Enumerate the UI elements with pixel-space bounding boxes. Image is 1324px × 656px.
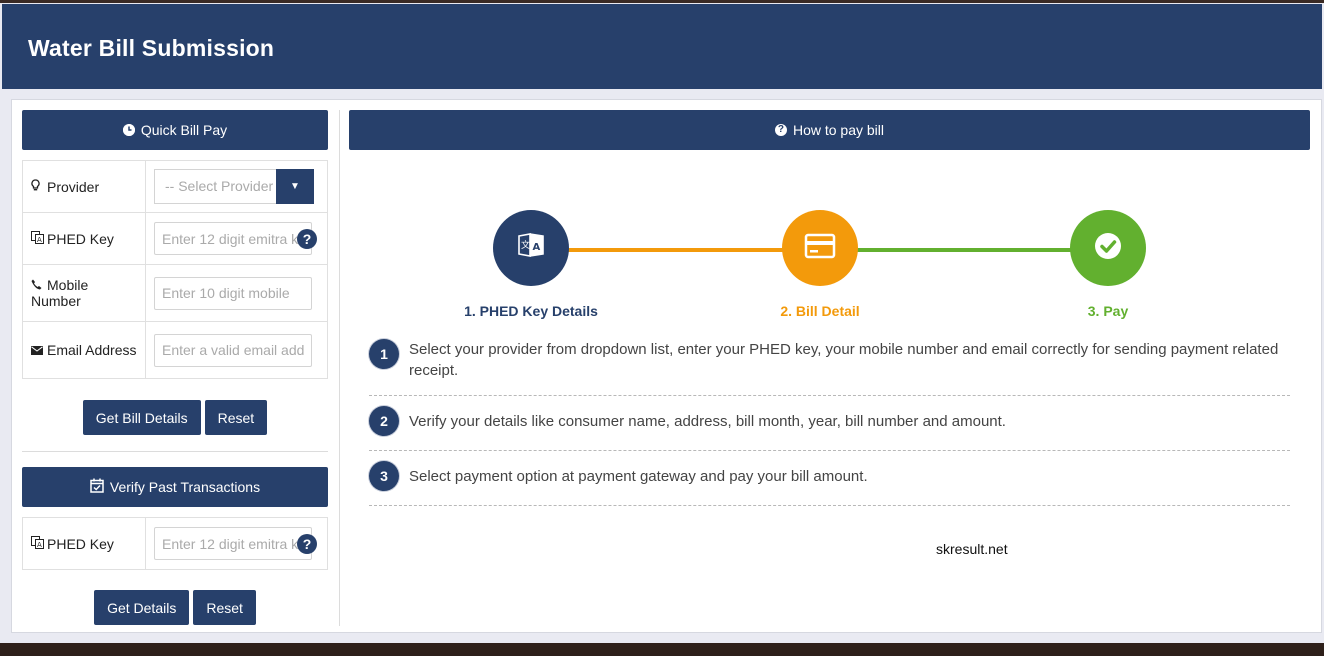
- step-number-badge: 2: [369, 406, 399, 436]
- quick-pay-header: Quick Bill Pay: [22, 110, 328, 150]
- main-content: Quick Bill Pay Provider -- Select Provid…: [11, 99, 1322, 633]
- get-details-button[interactable]: Get Details: [94, 590, 190, 625]
- translate-icon: A: [31, 535, 44, 552]
- instruction-text: Select payment option at payment gateway…: [409, 467, 868, 485]
- page-title: Water Bill Submission: [28, 35, 275, 61]
- step-3-label: 3. Pay: [1087, 303, 1129, 319]
- chevron-down-icon[interactable]: ▼: [276, 169, 314, 204]
- list-item: 1 Select your provider from dropdown lis…: [369, 329, 1290, 396]
- verify-past-actions: Get Details Reset: [22, 590, 328, 625]
- list-item: 3 Select payment option at payment gatew…: [369, 451, 1290, 506]
- step-3-circle: [1070, 210, 1146, 286]
- verify-reset-button[interactable]: Reset: [193, 590, 256, 625]
- how-to-title: How to pay bill: [792, 122, 885, 138]
- verify-phed-key-input[interactable]: [154, 527, 312, 560]
- envelope-icon: [31, 344, 44, 358]
- instructions-list: 1 Select your provider from dropdown lis…: [369, 329, 1290, 506]
- calendar-check-icon: [90, 478, 104, 496]
- page-header: Water Bill Submission: [2, 4, 1322, 89]
- quick-pay-actions: Get Bill Details Reset: [22, 400, 328, 435]
- verify-past-form: A PHED Key ?: [22, 517, 328, 570]
- watermark-text: skresult.net: [936, 541, 1008, 557]
- step-number-badge: 1: [369, 339, 399, 369]
- step-2-label: 2. Bill Detail: [780, 303, 860, 319]
- svg-text:A: A: [37, 541, 42, 549]
- provider-label-cell: Provider: [22, 160, 146, 213]
- step-2-circle: [782, 210, 858, 286]
- provider-select[interactable]: -- Select Provider -- ▼: [154, 169, 314, 204]
- help-icon[interactable]: ?: [297, 228, 317, 249]
- email-label: Email Address: [47, 342, 137, 358]
- quick-pay-column: Quick Bill Pay Provider -- Select Provid…: [22, 110, 328, 625]
- phed-key-input[interactable]: [154, 222, 312, 255]
- instruction-text: Select your provider from dropdown list,…: [409, 341, 1279, 379]
- mobile-input[interactable]: [154, 276, 312, 310]
- verify-past-title: Verify Past Transactions: [109, 479, 261, 495]
- svg-text:文: 文: [521, 239, 530, 251]
- column-divider: [339, 110, 340, 626]
- check-circle-icon: [1094, 232, 1122, 265]
- step-1-circle: 文 A: [493, 210, 569, 286]
- lightbulb-icon: [31, 178, 44, 195]
- question-circle-icon: ?: [774, 124, 787, 136]
- translate-icon: 文 A: [516, 231, 546, 266]
- app-window: Water Bill Submission Quick Bill Pay Pro…: [0, 3, 1324, 643]
- step-1-label: 1. PHED Key Details: [464, 303, 598, 319]
- provider-select-value[interactable]: -- Select Provider --: [154, 169, 276, 204]
- progress-steps: 文 A 1. PHED Key Details 2. Bill Detail 3…: [349, 150, 1310, 320]
- provider-label: Provider: [47, 178, 100, 195]
- quick-pay-form: Provider -- Select Provider -- ▼ A PHED …: [22, 160, 328, 379]
- verify-phed-key-label: PHED Key: [47, 535, 114, 552]
- reset-button[interactable]: Reset: [204, 400, 268, 435]
- get-bill-details-button[interactable]: Get Bill Details: [82, 400, 201, 435]
- translate-icon: A: [31, 230, 44, 247]
- step-number-badge: 3: [369, 461, 399, 491]
- phone-icon: [31, 279, 44, 293]
- instruction-text: Verify your details like consumer name, …: [409, 412, 1006, 430]
- help-icon[interactable]: ?: [297, 533, 317, 554]
- email-input[interactable]: [154, 333, 312, 367]
- list-item: 2 Verify your details like consumer name…: [369, 396, 1290, 451]
- section-divider: [22, 451, 328, 452]
- quick-pay-title: Quick Bill Pay: [140, 122, 228, 138]
- how-to-header: ? How to pay bill: [349, 110, 1310, 150]
- svg-text:A: A: [37, 236, 42, 244]
- how-to-column: ? How to pay bill 文 A 1. PHED Key Detail…: [349, 110, 1310, 557]
- svg-text:A: A: [533, 242, 541, 253]
- clock-icon: [122, 124, 135, 136]
- verify-past-header: Verify Past Transactions: [22, 467, 328, 507]
- phed-key-label: PHED Key: [47, 230, 114, 247]
- credit-card-icon: [804, 233, 836, 264]
- step-connector-2: [819, 248, 1109, 252]
